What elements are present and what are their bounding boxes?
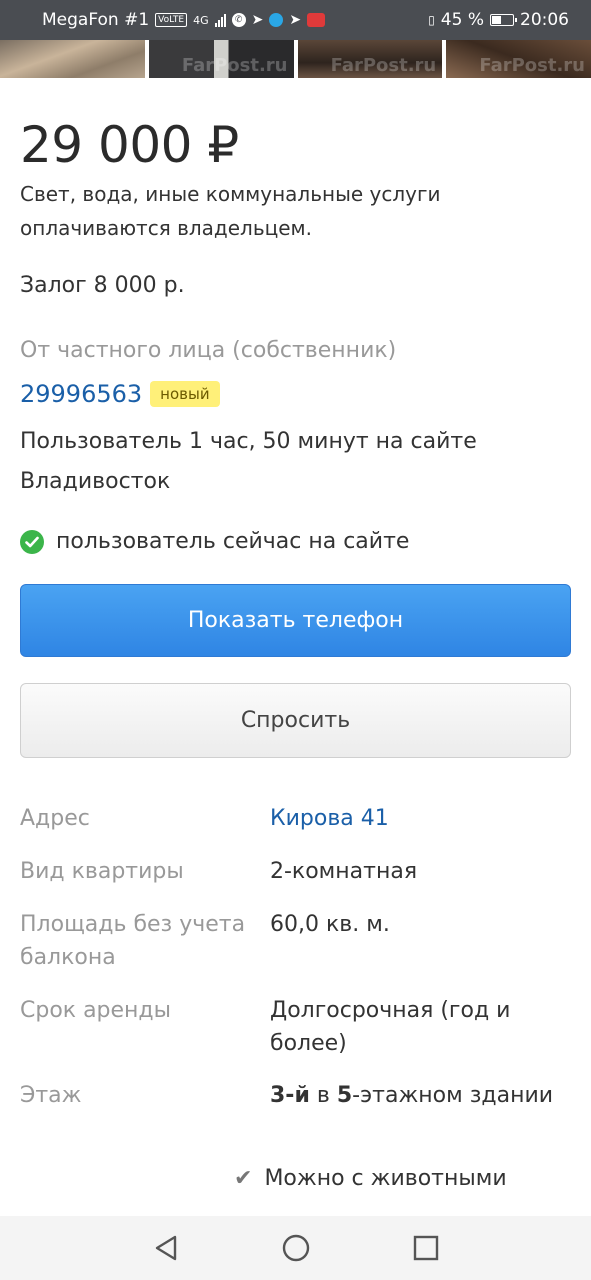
photo-thumbnail[interactable]: FarPost.ru bbox=[148, 40, 294, 78]
user-info: Пользователь 1 час, 50 минут на сайте Вл… bbox=[20, 422, 560, 502]
spec-label: Этаж bbox=[20, 1083, 82, 1108]
telegram-icon: ➤ bbox=[251, 12, 264, 28]
clock: 20:06 bbox=[520, 10, 569, 30]
photo-strip[interactable]: FarPost.ru FarPost.ru FarPost.ru bbox=[0, 40, 591, 78]
online-status: пользователь сейчас на сайте bbox=[20, 529, 409, 554]
battery-percent: 45 % bbox=[440, 10, 484, 30]
show-phone-label: Показать телефон bbox=[187, 608, 404, 633]
user-since: Пользователь 1 час, 50 минут на сайте bbox=[20, 429, 477, 454]
checkmark-icon: ✔ bbox=[234, 1166, 253, 1191]
spec-value: 3-й в 5-этажном здании bbox=[270, 1079, 560, 1112]
seller-type: От частного лица (собственник) bbox=[20, 338, 397, 363]
photo-thumbnail[interactable]: FarPost.ru bbox=[297, 40, 443, 78]
watermark: FarPost.ru bbox=[330, 55, 437, 76]
telegram-icon: ➤ bbox=[289, 12, 302, 28]
carrier-name: MegaFon #1 bbox=[42, 10, 150, 30]
show-phone-button[interactable]: Показать телефон bbox=[20, 584, 571, 657]
app-notification-icon bbox=[307, 13, 326, 27]
floor-suffix: -этажном здании bbox=[352, 1083, 554, 1108]
recents-icon[interactable] bbox=[406, 1228, 446, 1268]
photo-thumbnail[interactable] bbox=[0, 40, 145, 78]
spec-value: 60,0 кв. м. bbox=[270, 912, 390, 937]
spec-label: Вид квартиры bbox=[20, 859, 184, 884]
status-left: MegaFon #1 VoLTE 4G ✆ ➤ ➤ bbox=[42, 10, 326, 30]
pets-allowed: ✔ Можно с животными bbox=[234, 1166, 507, 1191]
back-icon[interactable] bbox=[146, 1228, 186, 1268]
system-nav-bar bbox=[0, 1216, 591, 1280]
utilities-note: Свет, вода, иные коммунальные услуги опл… bbox=[20, 182, 441, 240]
signal-icon bbox=[214, 13, 226, 27]
status-bar: MegaFon #1 VoLTE 4G ✆ ➤ ➤ ▯ 45 % 20:06 bbox=[0, 0, 591, 40]
user-city: Владивосток bbox=[20, 469, 171, 494]
watermark: FarPost.ru bbox=[479, 55, 585, 76]
home-icon[interactable] bbox=[276, 1228, 316, 1268]
floor-in: в bbox=[316, 1083, 330, 1108]
check-circle-icon bbox=[20, 529, 44, 554]
user-row: 29996563 новый bbox=[20, 380, 220, 408]
floor-total: 5 bbox=[336, 1083, 353, 1108]
app-notification-icon bbox=[269, 13, 284, 27]
spec-value: Долгосрочная (год и более) bbox=[270, 998, 511, 1056]
spec-label: Адрес bbox=[20, 806, 90, 831]
spec-label: Срок аренды bbox=[20, 998, 172, 1023]
pets-allowed-text: Можно с животными bbox=[264, 1166, 507, 1191]
status-right: ▯ 45 % 20:06 bbox=[428, 10, 569, 30]
battery-icon bbox=[490, 14, 517, 26]
new-user-badge: новый bbox=[150, 381, 220, 407]
battery-fill bbox=[492, 16, 501, 24]
whatsapp-icon: ✆ bbox=[231, 13, 246, 27]
volte-icon: VoLTE bbox=[155, 13, 188, 27]
photo-thumbnail[interactable]: FarPost.ru bbox=[446, 40, 591, 78]
vibrate-icon: ▯ bbox=[428, 13, 435, 27]
price: 29 000 ₽ bbox=[20, 116, 239, 174]
spec-value: 2-комнатная bbox=[270, 859, 418, 884]
watermark: FarPost.ru bbox=[181, 55, 288, 76]
deposit: Залог 8 000 р. bbox=[20, 273, 185, 298]
spec-label: Площадь без учета балкона bbox=[20, 912, 246, 970]
address-link[interactable]: Кирова 41 bbox=[270, 802, 560, 835]
floor-number: 3-й bbox=[270, 1083, 310, 1108]
user-id-link[interactable]: 29996563 bbox=[20, 380, 142, 408]
online-status-text: пользователь сейчас на сайте bbox=[56, 529, 410, 554]
network-type-icon: 4G bbox=[193, 13, 209, 27]
ask-button[interactable]: Спросить bbox=[20, 683, 571, 758]
ask-label: Спросить bbox=[240, 708, 351, 733]
